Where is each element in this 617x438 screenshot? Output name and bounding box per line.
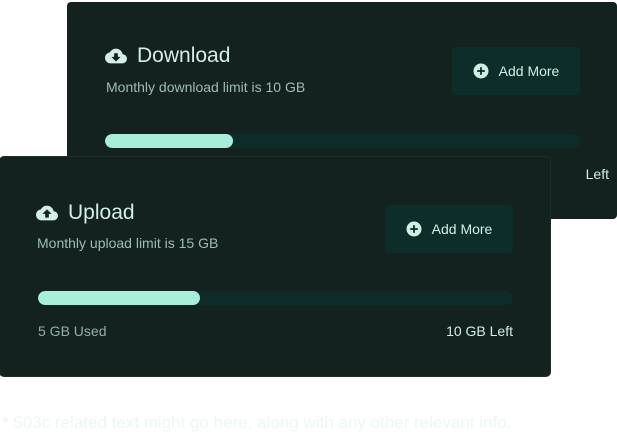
download-left-label: Left	[585, 166, 609, 182]
cloud-download-icon	[105, 45, 127, 67]
download-add-more-label: Add More	[498, 63, 560, 79]
download-title: Download	[137, 44, 231, 67]
cloud-upload-icon	[36, 202, 58, 224]
upload-progress-bar	[38, 291, 513, 305]
download-progress-fill	[105, 134, 234, 148]
upload-title-row: Upload	[36, 201, 135, 225]
download-subtitle: Monthly download limit is 10 GB	[106, 79, 306, 95]
download-add-more-button[interactable]: Add More	[452, 47, 580, 95]
plus-circle-icon	[406, 221, 422, 237]
upload-progress-fill	[38, 291, 200, 305]
upload-subtitle: Monthly upload limit is 15 GB	[37, 235, 219, 251]
upload-add-more-button[interactable]: Add More	[385, 205, 513, 253]
download-progress-bar	[105, 134, 580, 148]
plus-circle-icon	[473, 63, 489, 79]
upload-add-more-label: Add More	[431, 221, 493, 237]
upload-card: Upload Monthly upload limit is 15 GB Add…	[0, 157, 550, 376]
upload-left-label: 10 GB Left	[446, 323, 513, 339]
footnote-text: * 503c related text might go here, along…	[2, 413, 512, 432]
download-title-row: Download	[105, 44, 230, 68]
upload-title: Upload	[68, 201, 135, 224]
upload-used-label: 5 GB Used	[38, 323, 107, 339]
